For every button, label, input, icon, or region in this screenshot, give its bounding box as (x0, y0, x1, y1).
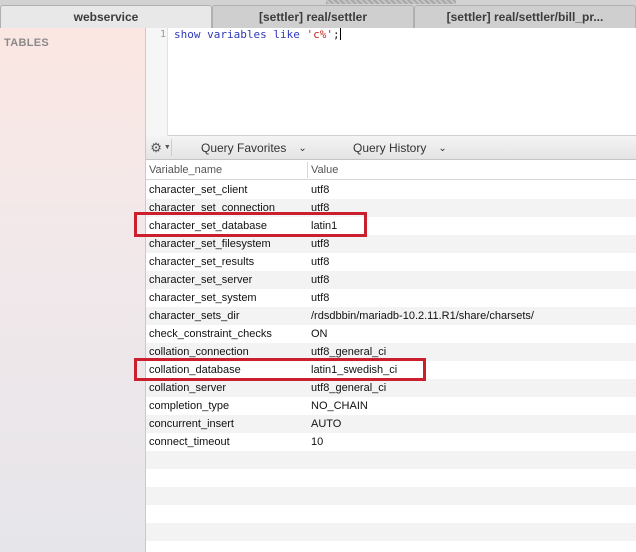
table-row[interactable]: character_set_connection utf8 (146, 199, 636, 217)
query-text[interactable]: show variables like 'c%'; (174, 28, 341, 42)
dropdown-triangle-icon: ▼ (163, 144, 171, 151)
cell-variable-name: character_set_connection (149, 202, 275, 214)
cell-value: latin1 (311, 220, 338, 232)
cell-variable-name: collation_database (149, 364, 241, 376)
line-number: 1 (159, 29, 166, 40)
cell-variable-name: concurrent_insert (149, 418, 234, 430)
cell-value: utf8 (311, 184, 330, 196)
tab-label: webservice (73, 10, 139, 24)
cell-variable-name: character_set_client (149, 184, 248, 196)
table-row[interactable]: character_sets_dir/rdsdbbin/mariadb-10.2… (146, 307, 636, 325)
cell-value: utf8 (311, 274, 330, 286)
sidebar-title: TABLES (4, 37, 49, 49)
cell-value: utf8 (311, 292, 330, 304)
chevron-down-icon: ⌄ (298, 142, 307, 154)
tab-label: [settler] real/settler (258, 10, 368, 24)
cell-value: utf8_general_ci (311, 346, 387, 358)
table-row[interactable]: completion_type NO_CHAIN (146, 397, 636, 415)
cell-value: NO_CHAIN (311, 400, 368, 412)
cell-variable-name: character_set_filesystem (149, 238, 271, 250)
empty-table-row[interactable] (146, 487, 636, 505)
cell-variable-name: character_set_database (149, 220, 268, 232)
table-row[interactable]: character_set_database latin1 (146, 217, 636, 235)
line-gutter: 1 (146, 28, 168, 136)
cell-value: latin1_swedish_ci (311, 364, 398, 376)
table-row[interactable]: collation_connection utf8_general_ci (146, 343, 636, 361)
table-row[interactable]: character_set_client utf8 (146, 181, 636, 199)
chevron-down-icon: ⌄ (438, 142, 447, 154)
cell-variable-name: check_constraint_checks (149, 328, 272, 340)
query-keywords: show variables like (174, 28, 307, 41)
tab-bar: webservice [settler] real/settler [settl… (0, 0, 636, 28)
column-header-variable-name[interactable]: Variable_name (149, 164, 222, 176)
cell-variable-name: completion_type (149, 400, 230, 412)
query-favorites-menu[interactable]: Query Favorites ⌄ (201, 140, 307, 156)
cell-value: ON (311, 328, 328, 340)
table-row[interactable]: character_set_filesystem utf8 (146, 235, 636, 253)
table-row[interactable]: connect_timeout 10 (146, 433, 636, 451)
cell-value: utf8_general_ci (311, 382, 387, 394)
column-header-value[interactable]: Value (311, 164, 338, 176)
cell-value: /rdsdbbin/mariadb-10.2.11.R1/share/chars… (311, 310, 534, 322)
sidebar: TABLES (0, 28, 146, 552)
table-row[interactable]: collation_database latin1_swedish_ci (146, 361, 636, 379)
table-row[interactable]: character_set_server utf8 (146, 271, 636, 289)
table-row[interactable]: character_set_system utf8 (146, 289, 636, 307)
cell-variable-name: character_set_server (149, 274, 253, 286)
tab-label: [settler] real/settler/bill_pr... (446, 10, 604, 24)
query-string: 'c%' (306, 28, 333, 41)
table-header: Variable_name Value (146, 160, 636, 180)
cell-variable-name: character_set_results (149, 256, 255, 268)
query-history-label: Query History (353, 141, 427, 155)
query-semicolon: ; (332, 28, 340, 41)
tab-settler-bill[interactable]: [settler] real/settler/bill_pr... (414, 5, 636, 28)
table-row[interactable]: character_set_results utf8 (146, 253, 636, 271)
cell-variable-name: connect_timeout (149, 436, 230, 448)
empty-table-row[interactable] (146, 523, 636, 541)
table-row[interactable]: check_constraint_checks ON (146, 325, 636, 343)
empty-table-row[interactable] (146, 451, 636, 469)
results-table: Variable_name Value character_set_client… (134, 160, 636, 552)
tab-webservice[interactable]: webservice (0, 5, 212, 28)
gear-icon: ⚙ (150, 139, 162, 155)
table-row[interactable]: concurrent_insert AUTO (146, 415, 636, 433)
cell-value: utf8 (311, 256, 330, 268)
cell-value: AUTO (311, 418, 342, 430)
text-caret (339, 28, 341, 40)
cell-variable-name: character_sets_dir (149, 310, 240, 322)
gear-menu-button[interactable]: ⚙ ▼ (150, 139, 172, 156)
tab-settler-real[interactable]: [settler] real/settler (212, 5, 414, 28)
empty-table-row[interactable] (146, 541, 636, 552)
cell-value: 10 (311, 436, 324, 448)
empty-table-row[interactable] (146, 505, 636, 523)
cell-value: utf8 (311, 202, 330, 214)
tab-drag-strip (326, 0, 456, 4)
empty-table-row[interactable] (146, 469, 636, 487)
query-editor[interactable]: 1 show variables like 'c%'; (146, 28, 636, 136)
table-row[interactable]: collation_server utf8_general_ci (146, 379, 636, 397)
cell-value: utf8 (311, 238, 330, 250)
query-favorites-label: Query Favorites (201, 141, 287, 155)
results-toolbar: ⚙ ▼ Query Favorites ⌄ Query History ⌄ (146, 136, 636, 160)
query-history-menu[interactable]: Query History ⌄ (353, 140, 447, 156)
cell-variable-name: collation_server (149, 382, 227, 394)
column-divider[interactable] (307, 162, 308, 178)
cell-variable-name: collation_connection (149, 346, 249, 358)
cell-variable-name: character_set_system (149, 292, 257, 304)
